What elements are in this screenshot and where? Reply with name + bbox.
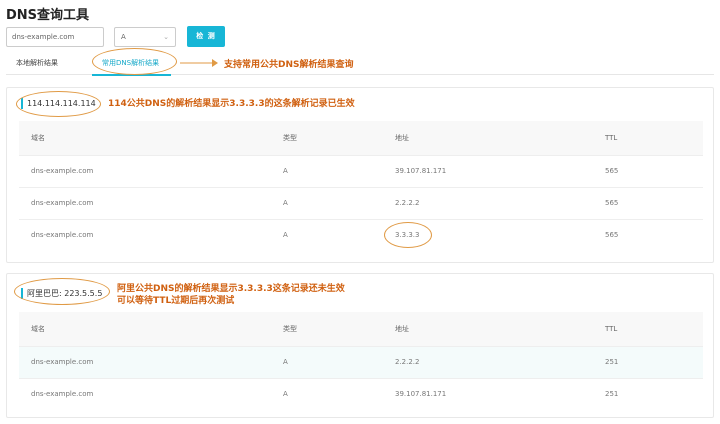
table-row: dns-example.com A 2.2.2.2 251: [19, 345, 703, 378]
domain-input[interactable]: dns-example.com: [6, 27, 104, 47]
cell-ttl: 565: [593, 186, 703, 219]
address-highlight-oval: [384, 222, 432, 248]
table-row: dns-example.com A 3.3.3.3 565: [19, 218, 703, 251]
dns-result-panel-alibaba: 阿里巴巴: 223.5.5.5 域名 类型 地址 TTL dns-example…: [6, 273, 714, 418]
header-domain: 域名: [19, 121, 271, 155]
cell-type: A: [271, 154, 383, 187]
dns-result-table: 域名 类型 地址 TTL dns-example.com A 2.2.2.2 2…: [19, 312, 703, 410]
header-type: 类型: [271, 312, 383, 346]
cell-domain: dns-example.com: [19, 154, 271, 187]
table-row: dns-example.com A 39.107.81.171 251: [19, 377, 703, 410]
cell-type: A: [271, 377, 383, 410]
cell-ttl: 251: [593, 377, 703, 410]
chevron-down-icon: ⌄: [163, 33, 169, 41]
arrow-icon: [180, 59, 218, 67]
table-header-row: 域名 类型 地址 TTL: [19, 312, 703, 346]
cell-domain: dns-example.com: [19, 377, 271, 410]
table-row: dns-example.com A 39.107.81.171 565: [19, 154, 703, 187]
table-header-row: 域名 类型 地址 TTL: [19, 121, 703, 155]
header-ttl: TTL: [593, 121, 703, 155]
cell-address: 2.2.2.2: [383, 186, 593, 219]
cell-ttl: 565: [593, 154, 703, 187]
cell-address: 2.2.2.2: [383, 345, 593, 378]
header-ttl: TTL: [593, 312, 703, 346]
cell-ttl: 565: [593, 218, 703, 251]
page-title: DNS查询工具: [6, 8, 90, 23]
cell-domain: dns-example.com: [19, 345, 271, 378]
header-domain: 域名: [19, 312, 271, 346]
record-type-select[interactable]: A ⌄: [114, 27, 176, 47]
header-address: 地址: [383, 312, 593, 346]
header-address: 地址: [383, 121, 593, 155]
cell-address: 39.107.81.171: [383, 154, 593, 187]
panel1-annotation-prefix: 114: [108, 99, 127, 109]
check-button[interactable]: 检 测: [187, 26, 225, 47]
cell-type: A: [271, 345, 383, 378]
cell-type: A: [271, 218, 383, 251]
panel1-annotation: 114公共DNS的解析结果显示3.3.3.3的这条解析记录已生效: [108, 96, 355, 109]
table-row: dns-example.com A 2.2.2.2 565: [19, 186, 703, 219]
tab-annotation: 支持常用公共DNS解析结果查询: [224, 60, 354, 70]
cell-type: A: [271, 186, 383, 219]
panel2-annotation-line2: 可以等待TTL过期后再次测试: [117, 296, 235, 306]
panel1-title-oval: [16, 91, 101, 117]
tab-highlight-oval: [92, 48, 177, 75]
header-type: 类型: [271, 121, 383, 155]
panel1-annotation-text: 公共DNS的解析结果显示3.3.3.3的这条解析记录已生效: [126, 99, 355, 109]
cell-domain: dns-example.com: [19, 186, 271, 219]
cell-address: 39.107.81.171: [383, 377, 593, 410]
dns-result-table: 域名 类型 地址 TTL dns-example.com A 39.107.81…: [19, 121, 703, 251]
dns-result-panel-114: 114.114.114.114 域名 类型 地址 TTL dns-example…: [6, 87, 714, 263]
tab-local-results[interactable]: 本地解析结果: [16, 57, 58, 75]
cell-domain: dns-example.com: [19, 218, 271, 251]
cell-ttl: 251: [593, 345, 703, 378]
panel2-title-oval: [14, 278, 110, 305]
record-type-value: A: [121, 33, 126, 41]
